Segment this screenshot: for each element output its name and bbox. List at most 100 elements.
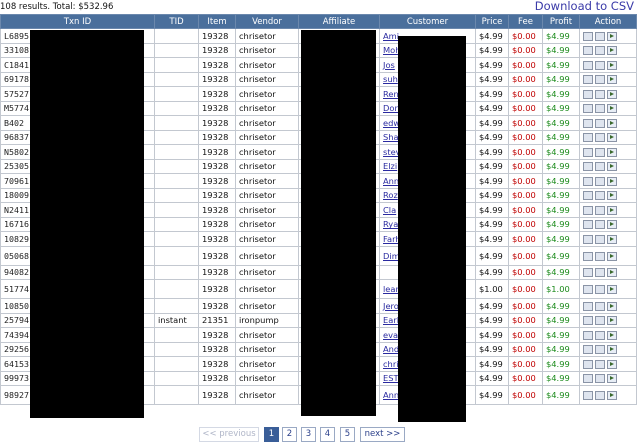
customer-link[interactable]: Ren bbox=[383, 89, 399, 99]
edit-icon[interactable] bbox=[595, 162, 605, 172]
edit-icon[interactable] bbox=[595, 234, 605, 244]
edit-icon[interactable] bbox=[595, 359, 605, 369]
forward-arrow-icon[interactable] bbox=[607, 176, 617, 186]
view-icon[interactable] bbox=[583, 220, 593, 230]
forward-arrow-icon[interactable] bbox=[607, 234, 617, 244]
view-icon[interactable] bbox=[583, 330, 593, 340]
forward-arrow-icon[interactable] bbox=[607, 301, 617, 311]
view-icon[interactable] bbox=[583, 75, 593, 85]
edit-icon[interactable] bbox=[595, 104, 605, 114]
view-icon[interactable] bbox=[583, 147, 593, 157]
forward-arrow-icon[interactable] bbox=[607, 374, 617, 384]
view-icon[interactable] bbox=[583, 316, 593, 326]
view-icon[interactable] bbox=[583, 234, 593, 244]
customer-link[interactable]: chri bbox=[383, 359, 399, 369]
edit-icon[interactable] bbox=[595, 301, 605, 311]
col-txn-id[interactable]: Txn ID bbox=[0, 14, 155, 29]
forward-arrow-icon[interactable] bbox=[607, 75, 617, 85]
edit-icon[interactable] bbox=[595, 147, 605, 157]
customer-link[interactable]: suh bbox=[383, 74, 398, 84]
forward-arrow-icon[interactable] bbox=[607, 60, 617, 70]
page-1-button[interactable]: 1 bbox=[264, 427, 279, 442]
edit-icon[interactable] bbox=[595, 316, 605, 326]
customer-link[interactable]: And bbox=[383, 344, 399, 354]
forward-arrow-icon[interactable] bbox=[607, 391, 617, 400]
view-icon[interactable] bbox=[583, 301, 593, 311]
next-page-button[interactable]: next >> bbox=[360, 427, 405, 442]
view-icon[interactable] bbox=[583, 118, 593, 128]
view-icon[interactable] bbox=[583, 133, 593, 143]
edit-icon[interactable] bbox=[595, 205, 605, 215]
forward-arrow-icon[interactable] bbox=[607, 268, 617, 278]
col-customer[interactable]: Customer bbox=[379, 14, 476, 29]
col-affiliate[interactable]: Affiliate bbox=[298, 14, 380, 29]
edit-icon[interactable] bbox=[595, 220, 605, 230]
forward-arrow-icon[interactable] bbox=[607, 133, 617, 143]
edit-icon[interactable] bbox=[595, 268, 605, 278]
customer-link[interactable]: Roz bbox=[383, 190, 398, 200]
view-icon[interactable] bbox=[583, 345, 593, 355]
view-icon[interactable] bbox=[583, 176, 593, 186]
forward-arrow-icon[interactable] bbox=[607, 251, 617, 261]
customer-link[interactable]: Cla bbox=[383, 205, 396, 215]
forward-arrow-icon[interactable] bbox=[607, 330, 617, 340]
col-price[interactable]: Price bbox=[475, 14, 509, 29]
edit-icon[interactable] bbox=[595, 330, 605, 340]
customer-link[interactable]: Rya bbox=[383, 219, 398, 229]
forward-arrow-icon[interactable] bbox=[607, 31, 617, 41]
customer-link[interactable]: eva bbox=[383, 330, 398, 340]
forward-arrow-icon[interactable] bbox=[607, 220, 617, 230]
view-icon[interactable] bbox=[583, 251, 593, 261]
page-2-button[interactable]: 2 bbox=[282, 427, 297, 442]
page-3-button[interactable]: 3 bbox=[301, 427, 316, 442]
edit-icon[interactable] bbox=[595, 391, 605, 400]
edit-icon[interactable] bbox=[595, 176, 605, 186]
edit-icon[interactable] bbox=[595, 251, 605, 261]
edit-icon[interactable] bbox=[595, 60, 605, 70]
customer-link[interactable]: Ami bbox=[383, 31, 399, 41]
customer-link[interactable]: Jero bbox=[383, 301, 399, 311]
col-tid[interactable]: TID bbox=[154, 14, 199, 29]
view-icon[interactable] bbox=[583, 374, 593, 384]
edit-icon[interactable] bbox=[595, 75, 605, 85]
customer-link[interactable]: Elzi bbox=[383, 161, 397, 171]
edit-icon[interactable] bbox=[595, 118, 605, 128]
customer-link[interactable]: Jos bbox=[383, 60, 395, 70]
forward-arrow-icon[interactable] bbox=[607, 104, 617, 114]
forward-arrow-icon[interactable] bbox=[607, 118, 617, 128]
col-fee[interactable]: Fee bbox=[508, 14, 543, 29]
view-icon[interactable] bbox=[583, 268, 593, 278]
customer-link[interactable]: EST bbox=[383, 373, 399, 383]
view-icon[interactable] bbox=[583, 205, 593, 215]
edit-icon[interactable] bbox=[595, 89, 605, 99]
edit-icon[interactable] bbox=[595, 285, 605, 294]
customer-link[interactable]: Earl bbox=[383, 315, 399, 325]
forward-arrow-icon[interactable] bbox=[607, 89, 617, 99]
forward-arrow-icon[interactable] bbox=[607, 316, 617, 326]
view-icon[interactable] bbox=[583, 162, 593, 172]
view-icon[interactable] bbox=[583, 89, 593, 99]
edit-icon[interactable] bbox=[595, 374, 605, 384]
forward-arrow-icon[interactable] bbox=[607, 46, 617, 56]
forward-arrow-icon[interactable] bbox=[607, 162, 617, 172]
page-4-button[interactable]: 4 bbox=[320, 427, 335, 442]
col-profit[interactable]: Profit bbox=[542, 14, 580, 29]
page-5-button[interactable]: 5 bbox=[340, 427, 355, 442]
forward-arrow-icon[interactable] bbox=[607, 345, 617, 355]
download-csv-link[interactable]: Download to CSV bbox=[535, 0, 634, 13]
view-icon[interactable] bbox=[583, 285, 593, 294]
col-vendor[interactable]: Vendor bbox=[235, 14, 299, 29]
view-icon[interactable] bbox=[583, 391, 593, 400]
col-item[interactable]: Item bbox=[198, 14, 236, 29]
edit-icon[interactable] bbox=[595, 191, 605, 201]
view-icon[interactable] bbox=[583, 359, 593, 369]
customer-link[interactable]: Ann bbox=[383, 176, 399, 186]
edit-icon[interactable] bbox=[595, 345, 605, 355]
edit-icon[interactable] bbox=[595, 46, 605, 56]
edit-icon[interactable] bbox=[595, 31, 605, 41]
customer-link[interactable]: Sha bbox=[383, 132, 399, 142]
forward-arrow-icon[interactable] bbox=[607, 205, 617, 215]
forward-arrow-icon[interactable] bbox=[607, 191, 617, 201]
view-icon[interactable] bbox=[583, 60, 593, 70]
view-icon[interactable] bbox=[583, 191, 593, 201]
